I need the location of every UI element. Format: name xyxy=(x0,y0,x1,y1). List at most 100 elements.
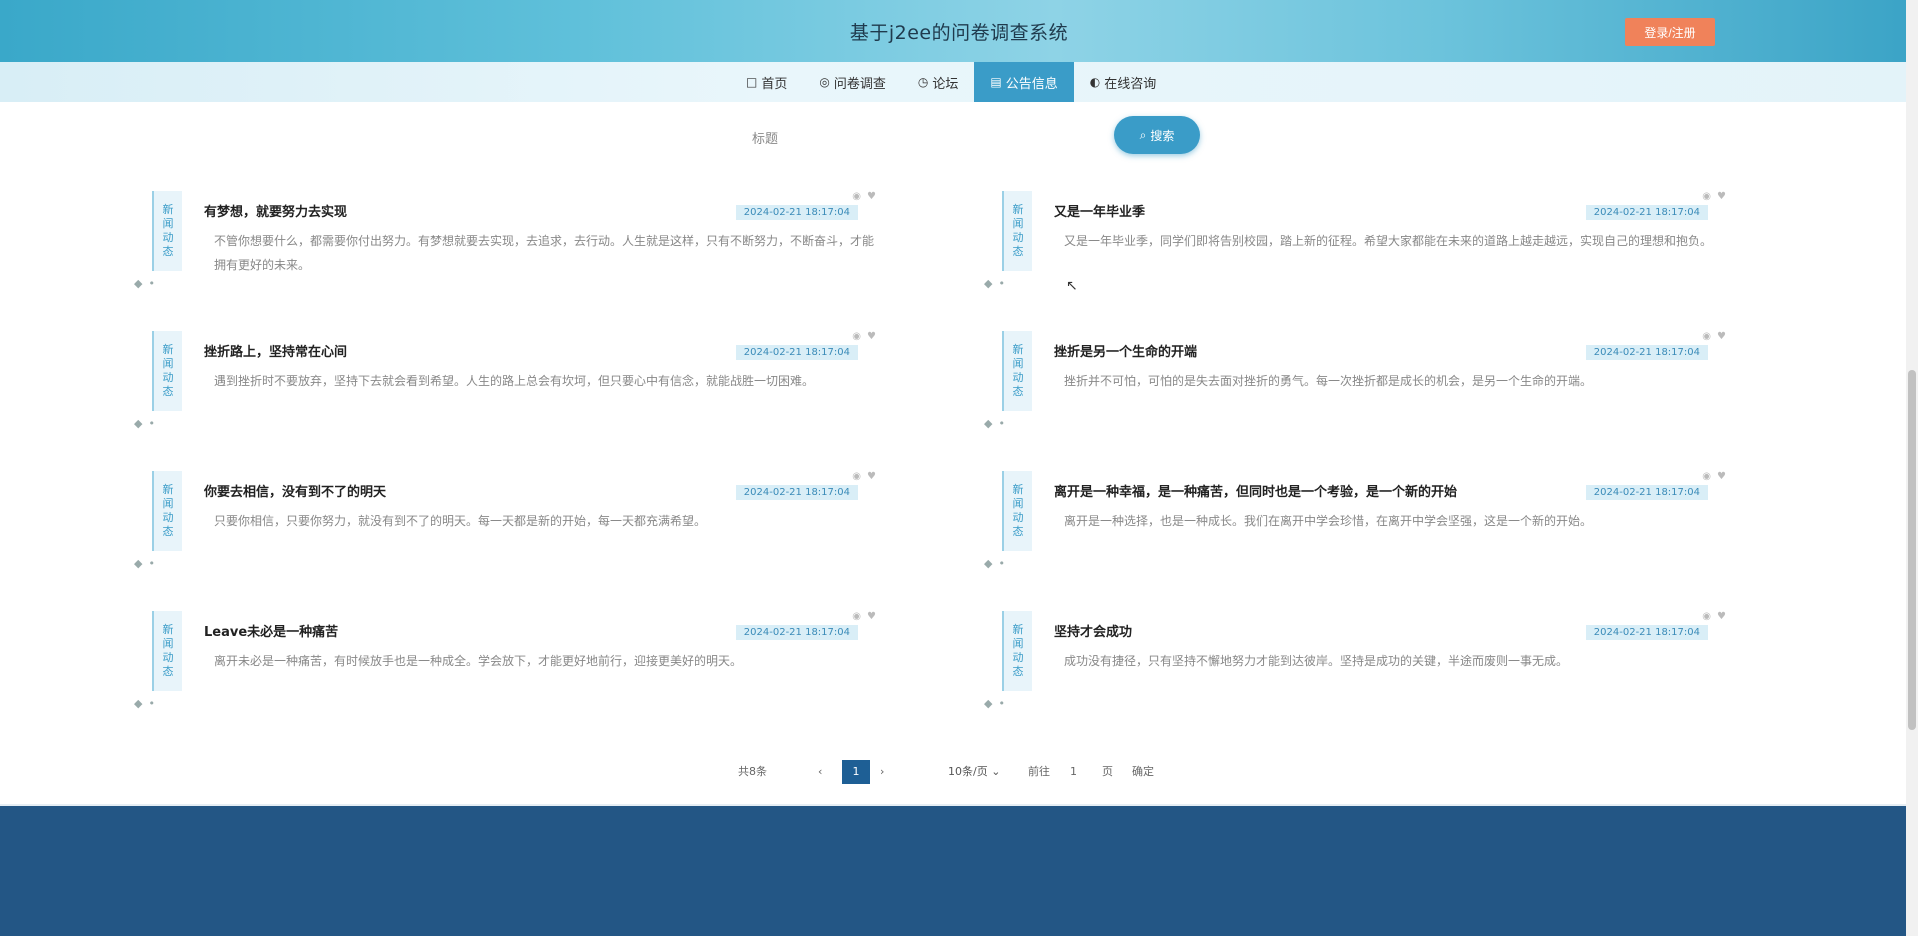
dot-icon: • xyxy=(998,557,1005,570)
news-excerpt: 离开是一种选择，也是一种成长。我们在离开中学会珍惜，在离开中学会坚强，这是一个新… xyxy=(1064,514,1593,528)
news-excerpt: 挫折并不可怕，可怕的是失去面对挫折的勇气。每一次挫折都是成长的机会，是另一个生命… xyxy=(1064,374,1593,388)
search-label: 标题 xyxy=(752,132,779,147)
eye-icon: ◉ xyxy=(1702,331,1712,342)
like-icon: ♥ xyxy=(1717,611,1726,622)
prev-page-button[interactable]: ‹ xyxy=(818,760,822,784)
news-title[interactable]: 你要去相信，没有到不了的明天 xyxy=(204,481,386,500)
like-icon: ♥ xyxy=(1717,191,1726,202)
nav-item-label: 问卷调查 xyxy=(833,76,886,92)
dot-icon: • xyxy=(148,697,155,710)
news-stats: ◉ ♥ xyxy=(852,611,876,622)
nav-item-survey[interactable]: ◎ 问卷调查 xyxy=(803,62,902,102)
news-date: 2024-02-21 18:17:04 xyxy=(1585,345,1708,360)
news-tag: 新 闻 动 态 xyxy=(152,611,182,691)
nav-item-label: 论坛 xyxy=(932,76,959,92)
news-date: 2024-02-21 18:17:04 xyxy=(735,485,858,500)
news-tag: 新 闻 动 态 xyxy=(1002,611,1032,691)
like-icon: ♥ xyxy=(867,611,876,622)
news-title[interactable]: 坚持才会成功 xyxy=(1054,621,1132,640)
news-card[interactable]: 新 闻 动 态 离开是一种幸福，是一种痛苦，但同时也是一个考验，是一个新的开始 … xyxy=(980,465,1760,595)
nav-item-label: 公告信息 xyxy=(1005,76,1058,92)
news-card[interactable]: 新 闻 动 态 Leave未必是一种痛苦 ◉ ♥ 2024-02-21 18:17… xyxy=(130,605,910,735)
dot-icon: • xyxy=(148,277,155,290)
thumb-icon: ◆ xyxy=(984,417,993,430)
nav-item-forum[interactable]: ◷ 论坛 xyxy=(902,62,975,102)
dot-icon: • xyxy=(148,557,155,570)
consult-icon: ◐ xyxy=(1089,75,1101,89)
news-stats: ◉ ♥ xyxy=(1702,331,1726,342)
site-footer xyxy=(0,806,1906,936)
news-foot: ◆ • xyxy=(984,697,1005,710)
search-button[interactable]: ⌕ 搜索 xyxy=(1114,116,1200,154)
page-suffix: 页 xyxy=(1102,765,1113,778)
eye-icon: ◉ xyxy=(852,191,862,202)
announcement-icon: ▤ xyxy=(990,75,1002,89)
news-stats: ◉ ♥ xyxy=(1702,611,1726,622)
news-title[interactable]: Leave未必是一种痛苦 xyxy=(204,621,338,640)
news-stats: ◉ ♥ xyxy=(852,471,876,482)
like-icon: ♥ xyxy=(1717,471,1726,482)
news-tag: 新 闻 动 态 xyxy=(1002,191,1032,271)
survey-icon: ◎ xyxy=(819,75,830,89)
news-card[interactable]: 新 闻 动 态 挫折是另一个生命的开端 ◉ ♥ 2024-02-21 18:17:… xyxy=(980,325,1760,455)
news-card[interactable]: 新 闻 动 态 又是一年毕业季 ◉ ♥ 2024-02-21 18:17:04 又… xyxy=(980,185,1760,315)
next-page-button[interactable]: › xyxy=(880,760,884,784)
news-date: 2024-02-21 18:17:04 xyxy=(735,625,858,640)
nav-item-home[interactable]: □ 首页 xyxy=(730,62,803,102)
news-stats: ◉ ♥ xyxy=(1702,191,1726,202)
thumb-icon: ◆ xyxy=(984,277,993,290)
search-input[interactable] xyxy=(800,122,1100,150)
search-icon: ⌕ xyxy=(1139,127,1147,142)
news-title[interactable]: 有梦想，就要努力去实现 xyxy=(204,201,347,220)
page-1-button[interactable]: 1 xyxy=(842,760,870,784)
news-title[interactable]: 又是一年毕业季 xyxy=(1054,201,1145,220)
news-card[interactable]: 新 闻 动 态 挫折路上，坚持常在心间 ◉ ♥ 2024-02-21 18:17:… xyxy=(130,325,910,455)
thumb-icon: ◆ xyxy=(134,697,143,710)
dot-icon: • xyxy=(998,697,1005,710)
news-card[interactable]: 新 闻 动 态 坚持才会成功 ◉ ♥ 2024-02-21 18:17:04 成功… xyxy=(980,605,1760,735)
eye-icon: ◉ xyxy=(1702,611,1712,622)
news-title[interactable]: 挫折是另一个生命的开端 xyxy=(1054,341,1197,360)
news-date: 2024-02-21 18:17:04 xyxy=(1585,485,1708,500)
news-tag: 新 闻 动 态 xyxy=(152,191,182,271)
news-foot: ◆ • xyxy=(134,697,155,710)
confirm-button[interactable]: 确定 xyxy=(1132,760,1154,784)
news-excerpt: 成功没有捷径，只有坚持不懈地努力才能到达彼岸。坚持是成功的关键，半途而废则一事无… xyxy=(1064,654,1569,668)
search-area: 标题 ⌕ 搜索 xyxy=(0,102,1918,172)
news-foot: ◆ • xyxy=(984,417,1005,430)
nav-item-label: 在线咨询 xyxy=(1104,76,1157,92)
eye-icon: ◉ xyxy=(1702,191,1712,202)
news-foot: ◆ • xyxy=(134,557,155,570)
news-date: 2024-02-21 18:17:04 xyxy=(1585,205,1708,220)
site-header: 基于j2ee的问卷调查系统 登录/注册 xyxy=(0,0,1918,62)
home-icon: □ xyxy=(746,75,758,89)
news-foot: ◆ • xyxy=(134,417,155,430)
page-scrollbar[interactable] xyxy=(1906,0,1918,936)
nav-item-consult[interactable]: ◐ 在线咨询 xyxy=(1074,62,1173,102)
news-stats: ◉ ♥ xyxy=(1702,471,1726,482)
news-tag: 新 闻 动 态 xyxy=(1002,471,1032,551)
like-icon: ♥ xyxy=(867,471,876,482)
news-card[interactable]: 新 闻 动 态 有梦想，就要努力去实现 ◉ ♥ 2024-02-21 18:17:… xyxy=(130,185,910,315)
goto-page-input[interactable]: 1 xyxy=(1070,760,1077,784)
mouse-cursor-icon: ↖ xyxy=(1066,278,1078,294)
like-icon: ♥ xyxy=(867,331,876,342)
news-excerpt: 离开未必是一种痛苦，有时候放手也是一种成全。学会放下，才能更好地前行，迎接更美好… xyxy=(214,654,743,668)
scrollbar-thumb[interactable] xyxy=(1908,370,1916,730)
news-card[interactable]: 新 闻 动 态 你要去相信，没有到不了的明天 ◉ ♥ 2024-02-21 18:… xyxy=(130,465,910,595)
page-size-select[interactable]: 10条/页 ⌄ xyxy=(948,760,1000,784)
eye-icon: ◉ xyxy=(1702,471,1712,482)
thumb-icon: ◆ xyxy=(134,277,143,290)
nav-item-announcements[interactable]: ▤ 公告信息 xyxy=(974,62,1074,102)
main-nav: □ 首页 ◎ 问卷调查 ◷ 论坛 ▤ 公告信息 ◐ 在线咨询 xyxy=(0,62,1918,102)
like-icon: ♥ xyxy=(867,191,876,202)
news-stats: ◉ ♥ xyxy=(852,191,876,202)
eye-icon: ◉ xyxy=(852,471,862,482)
login-register-button[interactable]: 登录/注册 xyxy=(1625,18,1715,46)
news-title[interactable]: 离开是一种幸福，是一种痛苦，但同时也是一个考验，是一个新的开始 xyxy=(1054,481,1457,500)
news-tag: 新 闻 动 态 xyxy=(152,471,182,551)
news-date: 2024-02-21 18:17:04 xyxy=(735,345,858,360)
dot-icon: • xyxy=(998,417,1005,430)
thumb-icon: ◆ xyxy=(984,557,993,570)
news-title[interactable]: 挫折路上，坚持常在心间 xyxy=(204,341,347,360)
